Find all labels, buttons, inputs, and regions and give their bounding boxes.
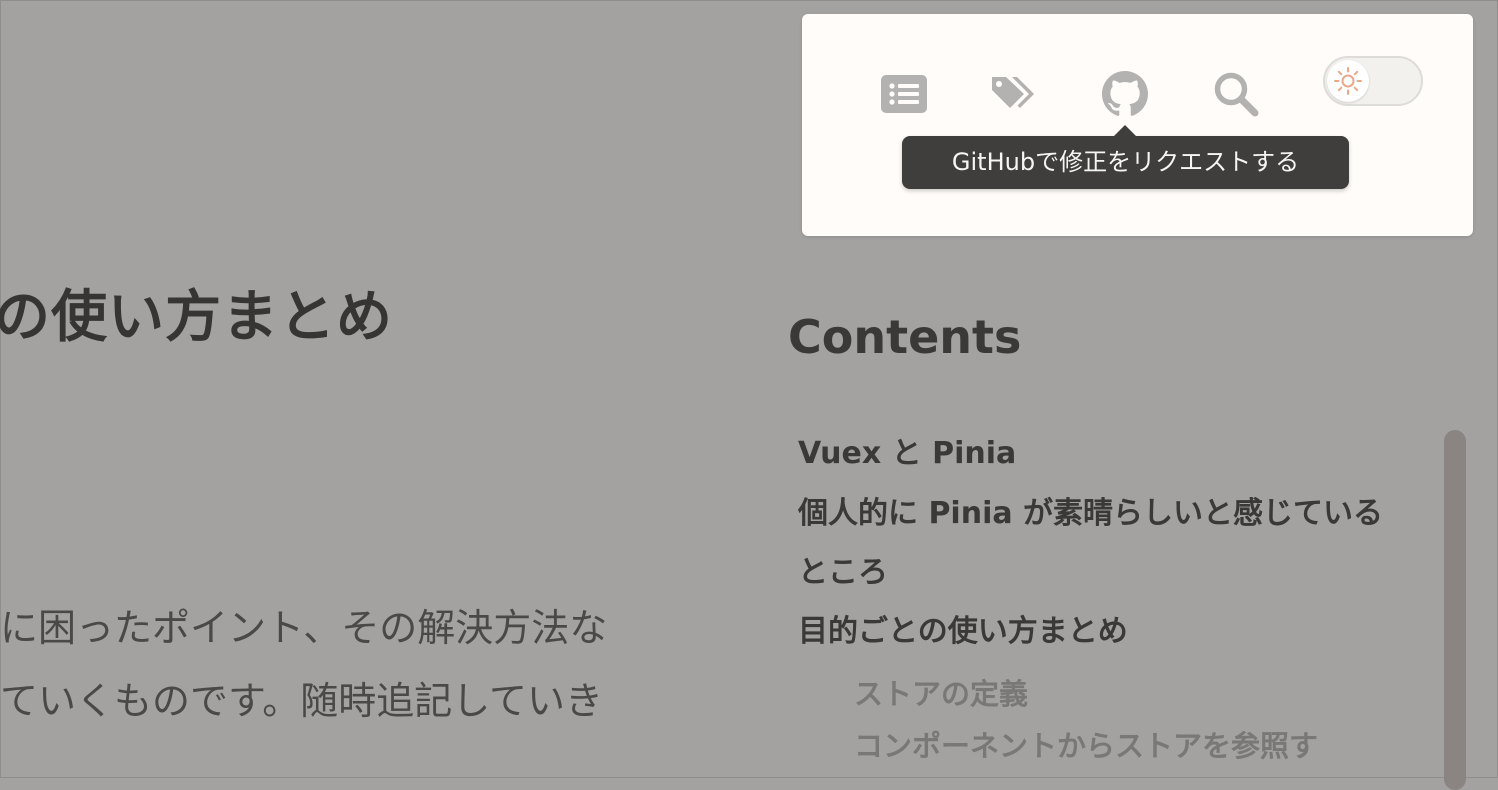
tooltip-arrow xyxy=(1113,125,1137,137)
sun-icon xyxy=(1334,67,1362,95)
toc-sub-list: ストアの定義 コンポーネントからストアを参照す xyxy=(798,668,1408,772)
tooltip-text: GitHubで修正をリクエストする xyxy=(951,148,1300,176)
github-icon xyxy=(1102,71,1148,116)
toc-button[interactable] xyxy=(880,70,928,118)
search-icon xyxy=(1214,72,1259,117)
toggle-knob xyxy=(1327,60,1369,102)
github-button[interactable] xyxy=(1101,70,1149,118)
tags-icon xyxy=(992,77,1034,108)
toc-item-why-pinia[interactable]: 個人的に Pinia が素晴らしいと感じているところ xyxy=(798,484,1398,602)
toc-sub-item-define-store[interactable]: ストアの定義 xyxy=(854,668,1408,720)
tags-button[interactable] xyxy=(990,70,1038,118)
article-body: に困ったポイント、その解決方法な ていくものです。随時追記していき xyxy=(0,592,650,738)
article-line: に困ったポイント、その解決方法な xyxy=(0,606,608,650)
toc-item-vuex-and-pinia[interactable]: Vuex と Pinia xyxy=(798,424,1408,484)
search-button[interactable] xyxy=(1212,70,1260,118)
list-icon xyxy=(881,75,927,113)
toc-sub-list-wrapper: ストアの定義 コンポーネントからストアを参照す xyxy=(798,668,1408,772)
toolbar-card: GitHubで修正をリクエストする xyxy=(802,14,1473,236)
article-title: の使い方まとめ xyxy=(0,285,393,350)
toc-heading: Contents xyxy=(788,310,1022,364)
github-tooltip: GitHubで修正をリクエストする xyxy=(902,125,1349,189)
toc-scrollbar[interactable] xyxy=(1444,430,1466,790)
toc-sub-item-reference-store[interactable]: コンポーネントからストアを参照す xyxy=(854,720,1408,772)
theme-toggle[interactable] xyxy=(1323,56,1423,106)
toc-item-usage-by-purpose[interactable]: 目的ごとの使い方まとめ xyxy=(798,602,1408,662)
toc-list: Vuex と Pinia 個人的に Pinia が素晴らしいと感じているところ … xyxy=(798,424,1408,772)
article-line: ていくものです。随時追記していき xyxy=(0,679,604,723)
